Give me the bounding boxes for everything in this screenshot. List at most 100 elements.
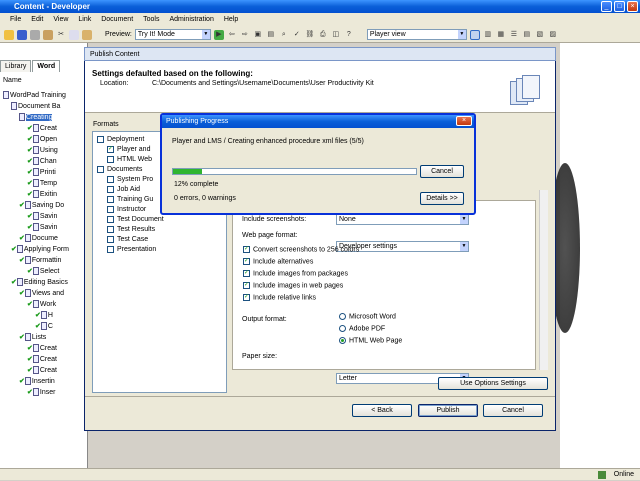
option-checkbox-row[interactable]: ✓ Include relative links [243,294,316,301]
include-screenshots-select[interactable]: None [336,214,469,225]
minimize-button[interactable]: _ [601,1,612,12]
view-grid-icon[interactable]: ▦ [496,30,506,40]
navigate-icon[interactable]: ⇦ [227,30,237,40]
view-options-icon[interactable]: ▨ [548,30,558,40]
tree-item[interactable]: ✔ Inser [27,387,55,398]
output-radio-row[interactable]: Microsoft Word [339,313,396,320]
view-detail-icon[interactable]: ▤ [522,30,532,40]
menu-item[interactable]: Edit [31,13,43,27]
view-tile-icon[interactable]: ▧ [535,30,545,40]
progress-close-button[interactable]: × [456,116,472,126]
menu-item[interactable]: Administration [169,13,213,27]
view-list-icon[interactable]: ☰ [509,30,519,40]
publish-icon[interactable]: ⎙ [318,30,328,40]
view-split-icon[interactable]: ▥ [483,30,493,40]
tree-item[interactable]: ✔ Savin [27,211,57,222]
option-checkbox-row[interactable]: ✓ Include alternatives [243,258,313,265]
format-checkbox[interactable] [107,245,114,253]
cut-icon[interactable]: ✂ [56,30,66,40]
option-checkbox[interactable]: ✓ [243,258,250,265]
format-checkbox[interactable] [107,195,114,203]
maximize-button[interactable]: □ [614,1,625,12]
format-checkbox[interactable] [97,165,104,173]
format-checkbox[interactable] [107,175,114,183]
tree-item[interactable]: ✔ Applying Form [11,244,69,255]
menu-item[interactable]: Help [224,13,238,27]
output-radio-row[interactable]: HTML Web Page [339,337,402,344]
progress-cancel-button[interactable]: Cancel [420,165,464,178]
option-checkbox[interactable]: ✓ [243,294,250,301]
tree-item[interactable]: Document Ba [11,101,60,112]
details-button[interactable]: Details >> [420,192,464,205]
tree-item[interactable]: ✔ Creat [27,365,57,376]
play-icon[interactable]: ▶ [213,29,224,40]
format-checkbox[interactable] [107,225,114,233]
format-checkbox[interactable] [107,185,114,193]
tree-item[interactable]: ✔ Formattin [19,255,61,266]
format-item[interactable]: Presentation [107,244,156,255]
tree-item[interactable]: ✔ Insertin [19,376,55,387]
cancel-button[interactable]: Cancel [483,404,543,417]
tree-item[interactable]: ✔ Creat [27,343,57,354]
tree-item[interactable]: ✔ Creat [27,123,57,134]
tree-item[interactable]: ✔ Saving Do [19,200,64,211]
format-checkbox[interactable] [107,155,114,163]
tree-item[interactable]: ✔ Chan [27,156,57,167]
menu-item[interactable]: View [53,13,68,27]
print-icon[interactable] [30,29,40,40]
publish-button[interactable]: Publish [418,404,478,417]
tree-item[interactable]: WordPad Training [3,90,66,101]
tree-item[interactable]: ✔ Select [27,266,59,277]
tree-item[interactable]: ✔ Creat [27,354,57,365]
tree-item[interactable]: ✔ Savin [27,222,57,233]
tree-item[interactable]: ✔ Exitin [27,189,57,200]
output-radio[interactable] [339,313,346,320]
menu-item[interactable]: Link [78,13,91,27]
help-icon[interactable]: ? [344,30,354,40]
tree-item[interactable]: ✔ H [35,310,53,321]
tab-word[interactable]: Word [32,60,61,72]
option-checkbox-row[interactable]: ✓ Include images from packages [243,270,348,277]
preview-mode-select[interactable]: Try It! Mode [134,29,211,40]
back-button[interactable]: < Back [352,404,412,417]
tree-item[interactable]: ✔ Printi [27,167,56,178]
options-scrollbar[interactable] [539,190,548,370]
find-icon[interactable]: ⌕ [279,30,289,40]
tree-item[interactable]: ✔ Lists [19,332,46,343]
tree-item[interactable]: ✔ Open [27,134,57,145]
navigate-forward-icon[interactable]: ⇨ [240,30,250,40]
tree-item[interactable]: ✔ Using [27,145,58,156]
close-button[interactable]: × [627,1,638,12]
use-options-button[interactable]: Use Options Settings [438,377,548,390]
format-checkbox[interactable] [97,135,104,143]
link-icon[interactable]: ⛓ [305,30,315,40]
collapse-icon[interactable]: ▤ [266,30,276,40]
tree-item[interactable]: ✔ Docume [19,233,58,244]
folder-icon[interactable] [4,29,14,40]
format-checkbox[interactable] [107,205,114,213]
player-view-select[interactable]: Player view [366,29,467,40]
option-checkbox[interactable]: ✓ [243,282,250,289]
option-checkbox[interactable]: ✓ [243,246,250,253]
expand-icon[interactable]: ▣ [253,30,263,40]
tree-item[interactable]: ✔ Editing Basics [11,277,68,288]
format-checkbox[interactable] [107,235,114,243]
option-checkbox-row[interactable]: ✓ Convert screenshots to 256 colors [243,246,359,253]
check-icon[interactable]: ✓ [292,30,302,40]
tree-item[interactable]: ✔ Temp [27,178,57,189]
output-radio[interactable] [339,337,346,344]
format-checkbox[interactable]: ✓ [107,145,114,153]
save-icon[interactable] [17,29,27,40]
tree-item[interactable]: ✔ Views and [19,288,64,299]
output-radio[interactable] [339,325,346,332]
option-checkbox-row[interactable]: ✓ Include images in web pages [243,282,343,289]
edit-icon[interactable] [43,29,53,40]
properties-icon[interactable]: ◫ [331,30,341,40]
menu-item[interactable]: Document [101,13,133,27]
tree-item[interactable]: Creating [19,112,53,123]
tab-library[interactable]: Library [0,60,32,72]
view-layout-icon[interactable] [469,29,480,40]
option-checkbox[interactable]: ✓ [243,270,250,277]
paste-icon[interactable] [82,29,92,40]
menu-item[interactable]: Tools [143,13,159,27]
